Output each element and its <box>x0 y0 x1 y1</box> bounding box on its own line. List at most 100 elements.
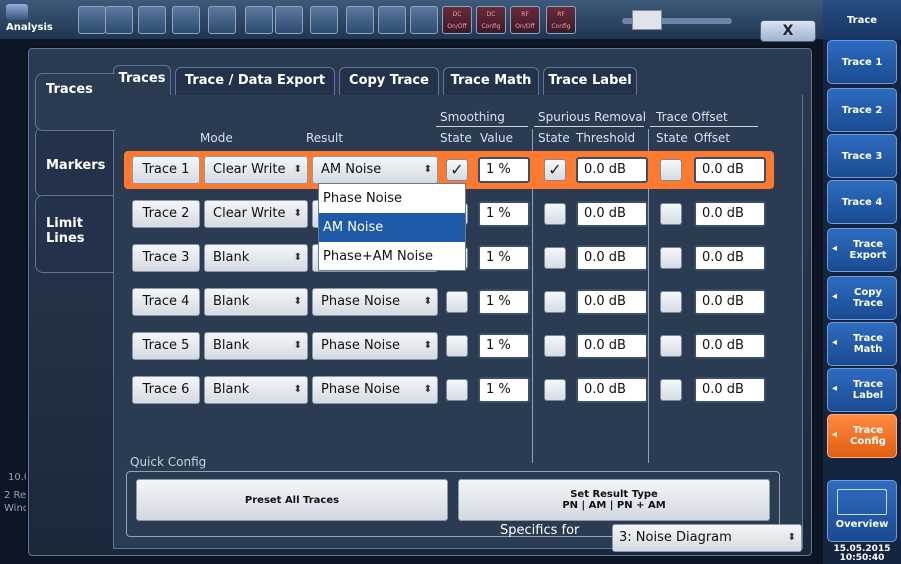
threshold-field[interactable]: 0.0 dB <box>576 157 648 183</box>
softkey-trace-label[interactable]: ◂ Trace Label <box>827 368 897 412</box>
zoom-1-1-icon[interactable] <box>346 6 374 34</box>
slider-handle[interactable] <box>632 10 662 30</box>
softkey-trace-export[interactable]: ◂ Trace Export <box>827 228 897 272</box>
threshold-field[interactable]: 0.0 dB <box>576 201 648 227</box>
vtab-label: Traces <box>46 82 93 97</box>
analysis-icon <box>6 4 28 20</box>
softkey-trace-2[interactable]: Trace 2 <box>827 88 897 132</box>
result-select[interactable]: Phase Noise <box>312 332 438 360</box>
dropdown-option[interactable]: Phase+AM Noise <box>319 242 465 271</box>
source-button-3[interactable]: RF Config <box>546 6 576 34</box>
set-result-type-button[interactable]: Set Result Type PN | AM | PN + AM <box>458 479 770 521</box>
tab-copy-trace[interactable]: Copy Trace <box>339 67 439 95</box>
result-select[interactable]: Phase Noise <box>312 376 438 404</box>
spur-state-checkbox[interactable] <box>544 247 566 269</box>
smoothing-state-checkbox[interactable]: ✓ <box>446 159 468 181</box>
sequencer-icon[interactable] <box>410 6 438 34</box>
offset-state-checkbox[interactable] <box>660 159 682 181</box>
dropdown-option[interactable]: Phase Noise <box>319 184 465 213</box>
print-icon[interactable] <box>138 6 166 34</box>
open-icon[interactable] <box>78 6 106 34</box>
smoothing-value-field[interactable]: 1 % <box>478 377 530 403</box>
trace-button[interactable]: Trace 5 <box>132 332 200 360</box>
set-result-line1: Set Result Type <box>570 489 658 500</box>
threshold-field[interactable]: 0.0 dB <box>576 289 648 315</box>
tab-trace-math[interactable]: Trace Math <box>443 67 539 95</box>
spur-state-checkbox[interactable] <box>544 379 566 401</box>
softkey-trace-4[interactable]: Trace 4 <box>827 180 897 224</box>
zoom-multi-icon[interactable] <box>310 6 338 34</box>
softkey-trace-math[interactable]: ◂ Trace Math <box>827 322 897 366</box>
trace-button[interactable]: Trace 6 <box>132 376 200 404</box>
mode-select[interactable]: Blank <box>204 332 308 360</box>
display-icon[interactable] <box>378 6 406 34</box>
overview-button[interactable]: Overview <box>827 480 897 542</box>
offset-state-checkbox[interactable] <box>660 379 682 401</box>
softkey-trace-config[interactable]: ◂ Trace Config <box>827 414 897 458</box>
smoothing-state-checkbox[interactable] <box>446 379 468 401</box>
spur-state-checkbox[interactable] <box>544 335 566 357</box>
smoothing-state-checkbox[interactable] <box>446 291 468 313</box>
mode-select[interactable]: Blank <box>204 376 308 404</box>
save-icon[interactable] <box>105 6 133 34</box>
offset-field[interactable]: 0.0 dB <box>694 289 766 315</box>
source-button-2[interactable]: RF On/Off <box>510 6 540 34</box>
vtab-label: Markers <box>46 158 106 173</box>
smoothing-value-field[interactable]: 1 % <box>478 245 530 271</box>
mode-select[interactable]: Blank <box>204 288 308 316</box>
smoothing-state-checkbox[interactable] <box>446 335 468 357</box>
mode-select[interactable]: Clear Write <box>204 156 308 184</box>
vtab-markers[interactable]: Markers <box>35 127 115 197</box>
offset-state-checkbox[interactable] <box>660 247 682 269</box>
vtab-limit-lines[interactable]: Limit Lines <box>35 195 115 273</box>
offset-field[interactable]: 0.0 dB <box>694 201 766 227</box>
redo-icon[interactable] <box>208 6 236 34</box>
threshold-field[interactable]: 0.0 dB <box>576 245 648 271</box>
mode-select[interactable]: Clear Write <box>204 200 308 228</box>
softkey-trace-1[interactable]: Trace 1 <box>827 40 897 84</box>
result-select[interactable]: AM Noise <box>312 156 438 184</box>
offset-field[interactable]: 0.0 dB <box>694 377 766 403</box>
offset-field[interactable]: 0.0 dB <box>694 333 766 359</box>
offset-field[interactable]: 0.0 dB <box>694 245 766 271</box>
spur-state-checkbox[interactable] <box>544 291 566 313</box>
transparency-slider[interactable] <box>622 10 732 30</box>
preset-all-traces-button[interactable]: Preset All Traces <box>136 479 448 521</box>
spur-state-checkbox[interactable] <box>544 203 566 225</box>
time-label: 10:50:40 <box>839 553 885 563</box>
smoothing-value-field[interactable]: 1 % <box>478 157 530 183</box>
tab-trace-data-export[interactable]: Trace / Data Export <box>175 67 335 95</box>
smoothing-value-field[interactable]: 1 % <box>478 289 530 315</box>
offset-state-checkbox[interactable] <box>660 335 682 357</box>
trace-button[interactable]: Trace 2 <box>132 200 200 228</box>
vtab-traces[interactable]: Traces <box>35 73 115 131</box>
dropdown-option[interactable]: AM Noise <box>319 213 465 242</box>
trace-button[interactable]: Trace 4 <box>132 288 200 316</box>
analysis-button[interactable]: Analysis <box>2 2 64 36</box>
trace-button[interactable]: Trace 1 <box>132 156 200 184</box>
source-button-0[interactable]: DC On/Off <box>442 6 472 34</box>
spur-state-checkbox[interactable]: ✓ <box>544 159 566 181</box>
smoothing-value-field[interactable]: 1 % <box>478 333 530 359</box>
preset-label: Preset All Traces <box>244 494 340 506</box>
threshold-field[interactable]: 0.0 dB <box>576 377 648 403</box>
offset-field[interactable]: 0.0 dB <box>694 157 766 183</box>
tab-traces[interactable]: Traces <box>113 65 171 95</box>
result-select[interactable]: Phase Noise <box>312 288 438 316</box>
threshold-field[interactable]: 0.0 dB <box>576 333 648 359</box>
specifics-select[interactable]: 3: Noise Diagram <box>612 524 802 552</box>
col-threshold: Threshold <box>576 131 636 145</box>
mode-select[interactable]: Blank <box>204 244 308 272</box>
softkey-trace-3[interactable]: Trace 3 <box>827 134 897 178</box>
source-button-1[interactable]: DC Config <box>476 6 506 34</box>
trace-button[interactable]: Trace 3 <box>132 244 200 272</box>
undo-icon[interactable] <box>172 6 200 34</box>
zoom-icon[interactable] <box>275 6 303 34</box>
offset-state-checkbox[interactable] <box>660 291 682 313</box>
close-button[interactable]: X <box>760 20 816 42</box>
select-marker-icon[interactable] <box>245 6 273 34</box>
softkey-copy-trace[interactable]: ◂ Copy Trace <box>827 276 897 320</box>
offset-state-checkbox[interactable] <box>660 203 682 225</box>
smoothing-value-field[interactable]: 1 % <box>478 201 530 227</box>
tab-trace-label[interactable]: Trace Label <box>543 67 637 95</box>
